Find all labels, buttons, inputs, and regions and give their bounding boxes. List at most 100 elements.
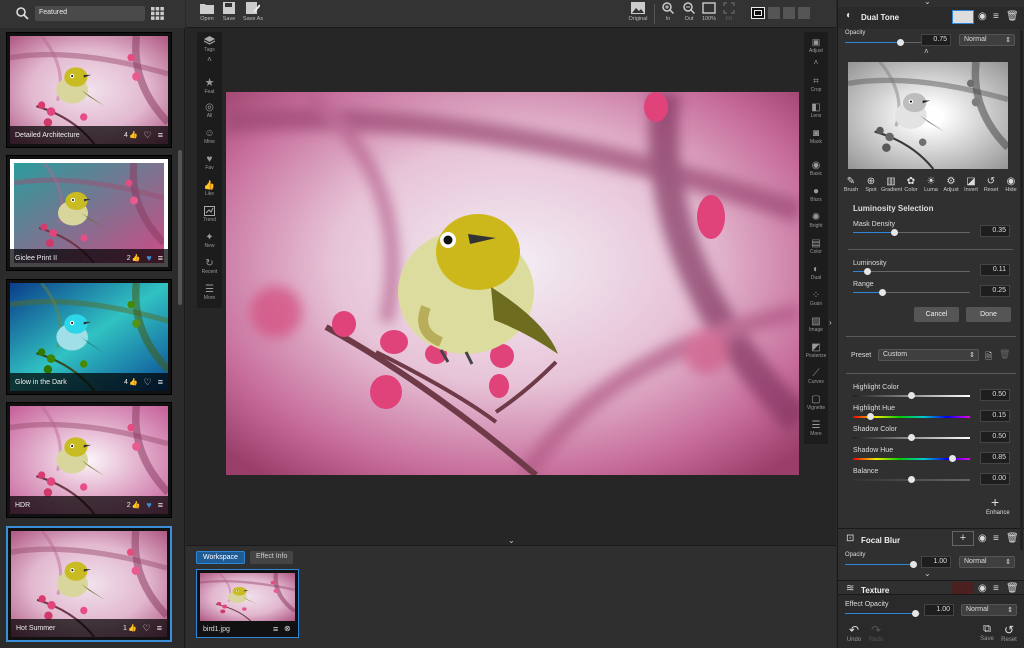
blurs-tool[interactable]: ● Blurs [804,186,828,203]
dual-tone-slider[interactable] [853,455,970,462]
hide-tool[interactable]: ◉ Hide [1001,176,1021,193]
tab-workspace[interactable]: Workspace [196,551,245,564]
slider-value[interactable]: 0.50 [980,389,1010,401]
more-tool[interactable]: ☰ More [197,284,222,301]
slider-knob[interactable] [867,413,875,420]
vignette-tool[interactable]: ▢ Vignette [804,394,828,411]
thumbs-up-icon[interactable]: 👍 [132,254,141,262]
spot-tool[interactable]: ⊕ Spot [861,176,881,193]
side-by-side-button[interactable] [783,7,795,19]
adjust-tool[interactable]: ▣ Adjust [804,37,828,54]
image-tool[interactable]: ▧ Image [804,316,828,333]
save-button[interactable]: Save [216,2,242,22]
texture-thumbnail[interactable] [952,582,974,594]
original-button[interactable]: Original [625,2,651,22]
trend-tool[interactable]: Trend [197,206,222,223]
focal-blend-select[interactable]: Normal ⇕ [959,556,1015,568]
featured-tool[interactable]: ★ Feat [197,76,222,95]
tags-tool[interactable]: Tags [197,36,222,53]
reset-tool[interactable]: ↺ Reset [981,176,1001,193]
thumbs-up-icon[interactable]: 👍 [132,501,141,509]
curves-tool[interactable]: ⟋ Curves [804,368,828,385]
bird-photo[interactable] [226,92,799,475]
like-tool[interactable]: 👍 Like [197,180,222,197]
fit-button[interactable]: Fit [716,2,742,22]
eye-icon[interactable]: ◉ [978,583,987,594]
slider-value[interactable]: 0.50 [980,431,1010,443]
eye-icon[interactable]: ◉ [978,533,987,544]
workspace-file[interactable]: bird1.jpg ≡ ⊗ [196,569,299,638]
effect-card-selected[interactable]: Hot Summer 1 👍 ♡ ≡ [6,526,172,642]
preset-select[interactable]: Custom ⇕ [878,349,979,361]
reset-button[interactable]: ↺ Reset [999,623,1019,643]
mine-tool[interactable]: ☺ Mine [197,128,222,145]
thumbs-up-icon[interactable]: 👍 [129,131,138,139]
lens-tool[interactable]: ◧ Lens [804,102,828,119]
redo-button[interactable]: ↷ Redo [866,623,886,643]
trash-icon[interactable]: 🗑 [1006,533,1019,544]
browser-scrollbar[interactable] [178,150,182,305]
save-stack-button[interactable]: ⧉ Save [977,623,997,642]
save-preset-icon[interactable]: 🗎 [985,349,992,365]
effect-card[interactable]: Giclee Print II 2 👍 ♥ ≡ [6,155,172,271]
slider-knob[interactable] [908,434,915,441]
mask-density-value[interactable]: 0.35 [980,225,1010,237]
slider-knob[interactable] [948,455,956,462]
menu-icon[interactable]: ≡ [993,583,999,594]
collapse-up-icon[interactable]: ˄ [197,55,222,64]
mask-thumbnail[interactable] [952,10,974,24]
thumbs-up-icon[interactable]: 👍 [128,624,137,632]
dual-tool[interactable]: ◐ Dual [804,264,828,281]
trash-icon[interactable]: 🗑 [1006,583,1019,594]
all-tool[interactable]: ◎ All [197,102,222,119]
main-image-canvas[interactable] [226,92,799,475]
collapse-bottom-arrow[interactable]: ⌄ [508,536,515,545]
menu-icon[interactable]: ≡ [158,377,163,387]
split-view-button[interactable] [768,7,780,19]
collapse-right-arrow[interactable]: › [829,318,832,327]
slider-value[interactable]: 0.15 [980,410,1010,422]
luminosity-slider[interactable] [853,268,970,275]
panel-scrollbar[interactable] [1020,30,1023,550]
slider-knob[interactable] [908,392,915,399]
done-button[interactable]: Done [966,307,1011,322]
heart-icon[interactable]: ♡ [144,130,152,141]
heart-filled-icon[interactable]: ♥ [146,500,151,510]
enhance-plus-icon[interactable]: + [991,494,999,510]
save-as-button[interactable]: Save As [240,2,266,22]
mask-density-slider[interactable] [853,229,970,236]
effect-card[interactable]: HDR 2 👍 ♥ ≡ [6,402,172,518]
heart-icon[interactable]: ♡ [143,623,151,634]
dual-tone-slider[interactable] [853,476,970,483]
effect-card[interactable]: Glow in the Dark 4 👍 ♡ ≡ [6,279,172,395]
search-icon[interactable] [16,7,29,20]
slider-knob[interactable] [908,476,915,483]
add-mask-button[interactable]: + [952,531,974,546]
single-view-button[interactable] [751,7,765,19]
menu-icon[interactable]: ≡ [158,500,163,510]
trash-icon[interactable]: 🗑 [1006,11,1019,22]
menu-icon[interactable]: ≡ [158,130,163,140]
collapse-top-arrow[interactable]: ⌄ [924,0,931,6]
thumbs-up-icon[interactable]: 👍 [129,378,138,386]
menu-icon[interactable]: ≡ [993,11,999,22]
menu-icon[interactable]: ≡ [158,253,163,263]
cancel-button[interactable]: Cancel [914,307,959,322]
color-tool[interactable]: ✿ Color [901,176,921,193]
search-input[interactable]: Featured [35,6,145,21]
opacity-value[interactable]: 0.75 [921,34,951,46]
heart-filled-icon[interactable]: ♥ [146,253,151,263]
effect-card[interactable]: Detailed Architecture 4 👍 ♡ ≡ [6,32,172,148]
mask-tool[interactable]: ◙ Mask [804,128,828,145]
bright-tool[interactable]: ✺ Bright [804,212,828,229]
focal-opacity-value[interactable]: 1.00 [921,556,951,568]
grain-tool[interactable]: ⁘ Grain [804,290,828,307]
dual-tone-slider[interactable] [853,434,970,441]
grid-view-icon[interactable] [151,7,164,20]
eye-icon[interactable]: ◉ [978,11,987,22]
range-slider[interactable] [853,289,970,296]
focal-opacity-slider[interactable] [845,561,917,568]
invert-tool[interactable]: ◪ Invert [961,176,981,193]
color-tool[interactable]: ▤ Color [804,238,828,255]
posterize-tool[interactable]: ◩ Posterize [804,342,828,359]
